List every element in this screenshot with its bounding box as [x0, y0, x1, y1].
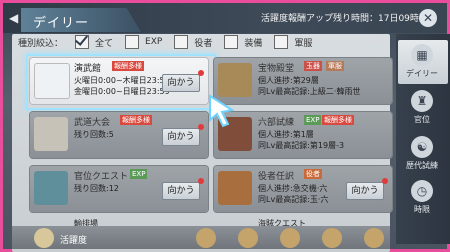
left-border [0, 0, 3, 252]
scroll-icon [34, 171, 68, 205]
nav-label: 官位 [414, 115, 430, 124]
clock-icon: ◷ [411, 180, 433, 202]
pagoda-icon [218, 63, 252, 97]
actor-portrait-icon [218, 171, 252, 205]
reward-chest-icon[interactable] [364, 228, 384, 248]
nav-label: 歴代試練 [406, 161, 438, 170]
nav-label: 時限 [414, 205, 430, 214]
filter-label: 種別絞込： [18, 38, 64, 49]
card-line: 同Lv最高記録:玉·六 [258, 195, 329, 204]
quest-card-six-trials[interactable]: 六部試練 EXP 報酬多様 個人進捗:第1層 同Lv最高記録:第19層-3 [214, 112, 392, 158]
quest-card-rank[interactable]: 官位クエスト EXP 残り回数:12 向かう [30, 166, 208, 212]
quest-card-treasure[interactable]: 宝物殿堂 玉器 軍服 個人進捗:第29層 同Lv最高記録:上級二·韓雨世 [214, 58, 392, 104]
reward-chest-icon[interactable] [280, 228, 300, 248]
reward-chest-icon[interactable] [196, 228, 216, 248]
nav-limited[interactable]: ◷ 時限 [402, 180, 442, 215]
card-tag: EXP [130, 169, 148, 179]
go-button[interactable]: 向かう [346, 182, 384, 200]
go-button[interactable]: 向かう [162, 182, 200, 200]
card-title: 宝物殿堂 [258, 64, 295, 74]
notification-dot [198, 124, 204, 130]
back-icon[interactable]: ◀ [9, 12, 21, 24]
filter-checkbox-uniform[interactable] [274, 35, 289, 49]
nav-daily[interactable]: ▦ デイリー [402, 44, 442, 79]
filter-option-exp: EXP [145, 37, 163, 47]
notification-dot [382, 178, 388, 184]
card-line: 残り回数:12 [74, 184, 119, 193]
card-tag: 報酬多様 [120, 115, 152, 125]
filter-checkbox-actor[interactable] [174, 35, 189, 49]
swords-icon [34, 117, 68, 151]
card-tag: 玉器 [304, 61, 322, 71]
reward-chest-icon[interactable] [322, 228, 342, 248]
calendar-icon: ▦ [411, 44, 433, 66]
card-tag: 役者 [304, 169, 322, 179]
quest-card-actor[interactable]: 役者任訳 役者 個人進捗:急交機·六 同Lv最高記録:玉·六 向かう [214, 166, 392, 212]
card-tag-2: 報酬多様 [322, 115, 354, 125]
filter-checkbox-exp[interactable] [125, 35, 140, 49]
event-timer: 活躍度報酬アップ残り時間：17日09時間 [261, 14, 428, 24]
activity-label: 活躍度 [60, 236, 88, 246]
card-title: 官位クエスト [74, 172, 129, 182]
filter-option-uniform: 軍服 [294, 38, 313, 49]
card-line: 残り回数:5 [74, 130, 114, 139]
header: ◀ デイリー 活躍度報酬アップ残り時間：17日09時間 ✕ [3, 3, 447, 33]
card-tag: EXP [304, 115, 322, 125]
filter-option-equip: 装備 [244, 38, 263, 49]
rank-icon: ♜ [411, 90, 433, 112]
reward-chest-icon[interactable] [238, 228, 258, 248]
card-title: 武道大会 [74, 118, 111, 128]
page-title: デイリー [33, 16, 90, 31]
card-title: 役者任訳 [258, 172, 295, 182]
filter-checkbox-all[interactable] [75, 35, 90, 49]
nav-rank[interactable]: ♜ 官位 [402, 90, 442, 125]
selection-highlight [26, 54, 216, 110]
go-button[interactable]: 向かう [162, 128, 200, 146]
filter-row: 種別絞込： 全て EXP 役者 装備 軍服 [18, 35, 312, 49]
nav-trials[interactable]: ☯ 歴代試練 [402, 136, 442, 171]
nav-label: デイリー [406, 69, 438, 78]
filter-checkbox-equip[interactable] [224, 35, 239, 49]
card-line: 個人進捗:第29層 [258, 76, 319, 85]
filter-option-all: 全て [95, 38, 114, 49]
activity-medal-icon [34, 228, 54, 248]
card-title: 六部試練 [258, 118, 295, 128]
card-line: 同Lv最高記録:第19層-3 [258, 141, 345, 150]
pointer-cursor-icon [209, 94, 235, 128]
notification-dot [198, 178, 204, 184]
card-line: 個人進捗:急交機·六 [258, 184, 328, 193]
trial-icon: ☯ [411, 136, 433, 158]
filter-option-actor: 役者 [194, 38, 213, 49]
card-line: 個人進捗:第1層 [258, 130, 314, 139]
close-button[interactable]: ✕ [419, 9, 437, 27]
card-line: 同Lv最高記録:上級二·韓雨世 [258, 87, 361, 96]
card-tag-2: 軍服 [326, 61, 344, 71]
quest-card-tournament[interactable]: 武道大会 報酬多様 残り回数:5 向かう [30, 112, 208, 158]
